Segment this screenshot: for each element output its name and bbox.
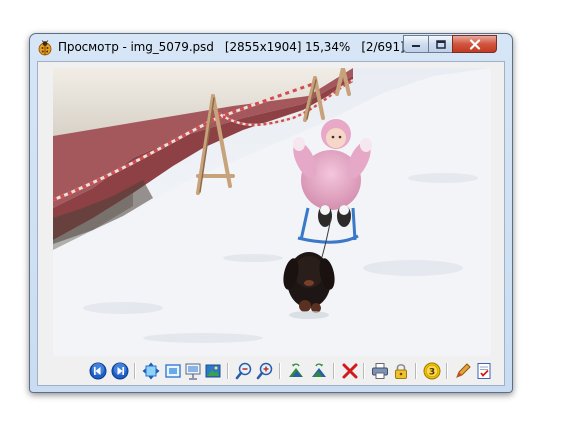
maximize-icon — [435, 39, 446, 49]
maximize-button[interactable] — [428, 35, 453, 53]
viewer-window: Просмотр - img_5079.psd [2855x1904] 15,3… — [29, 33, 513, 393]
ladybug-icon — [38, 40, 52, 56]
toolbar-separator — [415, 363, 417, 379]
rotate-right-icon[interactable] — [310, 362, 328, 380]
rotate-left-icon[interactable] — [287, 362, 305, 380]
svg-text:3: 3 — [429, 367, 435, 377]
full-screen-icon[interactable] — [164, 362, 182, 380]
minimize-icon — [412, 45, 420, 47]
photo-image[interactable] — [53, 68, 491, 356]
toolbar-separator — [227, 363, 229, 379]
fit-window-icon[interactable] — [142, 362, 160, 380]
toolbar-separator — [279, 363, 281, 379]
minimize-button[interactable] — [403, 35, 429, 53]
zoom-in-icon[interactable] — [256, 362, 274, 380]
toolbar-separator — [333, 363, 335, 379]
toolbar: 3 — [38, 358, 504, 384]
properties-icon[interactable] — [475, 362, 493, 380]
window-title: Просмотр - img_5079.psd [2855x1904] 15,3… — [58, 40, 405, 54]
title-bar[interactable]: Просмотр - img_5079.psd [2855x1904] 15,3… — [30, 34, 512, 60]
toolbar-separator — [446, 363, 448, 379]
print-icon[interactable] — [371, 362, 389, 380]
slideshow-icon[interactable] — [184, 362, 202, 380]
toolbar-separator — [134, 363, 136, 379]
previous-image-icon[interactable] — [89, 362, 107, 380]
zoom-out-icon[interactable] — [235, 362, 253, 380]
toolbar-separator — [363, 363, 365, 379]
edit-icon[interactable] — [454, 362, 472, 380]
close-icon — [469, 38, 480, 50]
close-button[interactable] — [452, 35, 497, 53]
lock-icon[interactable] — [392, 362, 410, 380]
delete-icon[interactable] — [341, 362, 359, 380]
next-image-icon[interactable] — [111, 362, 129, 380]
number-3-icon[interactable]: 3 — [423, 362, 441, 380]
wallpaper-icon[interactable] — [204, 362, 222, 380]
client-area: 3 — [37, 61, 505, 386]
